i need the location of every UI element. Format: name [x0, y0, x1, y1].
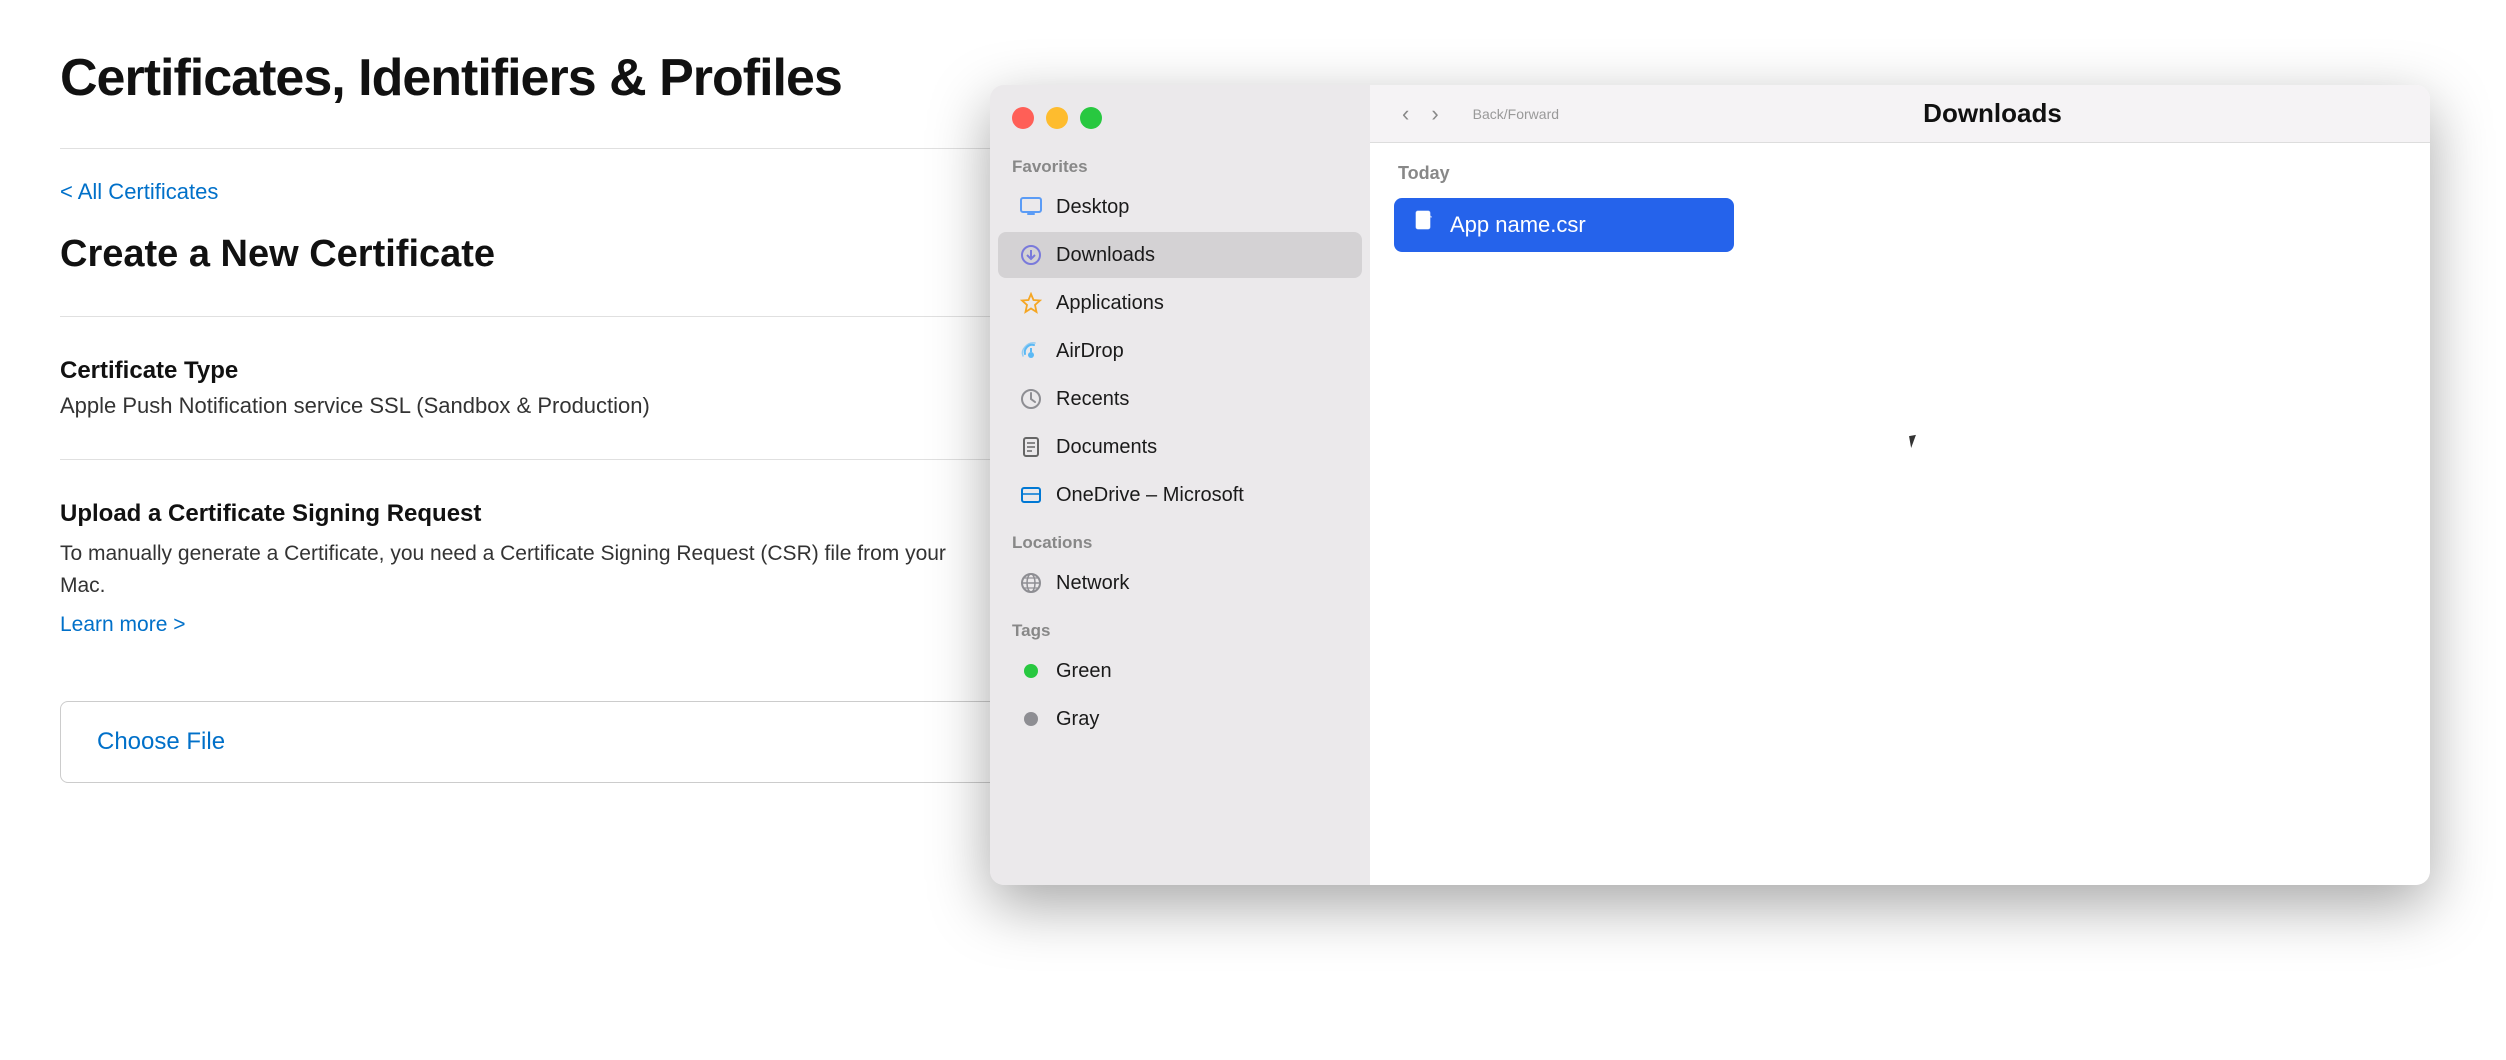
recents-icon — [1018, 386, 1044, 412]
sidebar-network-label: Network — [1056, 572, 1129, 595]
page-title: Certificates, Identifiers & Profiles — [60, 48, 990, 108]
sidebar-item-desktop[interactable]: Desktop — [998, 184, 1362, 230]
tag-green-icon — [1018, 658, 1044, 684]
back-forward-label: Back/Forward — [1473, 106, 1559, 122]
sidebar-documents-label: Documents — [1056, 436, 1157, 459]
section-divider — [60, 316, 990, 317]
finder-content: Today App name.csr — [1370, 143, 2430, 885]
sidebar-downloads-label: Downloads — [1056, 244, 1155, 267]
upload-description: To manually generate a Certificate, you … — [60, 538, 990, 601]
sidebar-desktop-label: Desktop — [1056, 196, 1129, 219]
certificate-type-label: Certificate Type — [60, 357, 990, 385]
csr-file-item[interactable]: App name.csr — [1394, 198, 1734, 252]
sidebar-airdrop-label: AirDrop — [1056, 340, 1124, 363]
sidebar-item-applications[interactable]: Applications — [998, 280, 1362, 326]
sidebar-recents-label: Recents — [1056, 388, 1129, 411]
fullscreen-button[interactable] — [1080, 107, 1102, 129]
finder-main: ‹ › Back/Forward Downloads Today App nam… — [1370, 85, 2430, 885]
upload-title: Upload a Certificate Signing Request — [60, 500, 990, 528]
certificate-type-value: Apple Push Notification service SSL (San… — [60, 393, 990, 419]
finder-sidebar: Favorites Desktop Downloads — [990, 85, 1370, 885]
downloads-icon — [1018, 242, 1044, 268]
sidebar-item-airdrop[interactable]: AirDrop — [998, 328, 1362, 374]
back-link[interactable]: < All Certificates — [60, 179, 218, 205]
sidebar-item-network[interactable]: Network — [998, 560, 1362, 606]
sidebar-item-tag-green[interactable]: Green — [998, 648, 1362, 694]
field-divider — [60, 459, 990, 460]
airdrop-icon — [1018, 338, 1044, 364]
sidebar-applications-label: Applications — [1056, 292, 1164, 315]
sidebar-tag-gray-label: Gray — [1056, 708, 1099, 731]
certificate-type-section: Certificate Type Apple Push Notification… — [60, 357, 990, 419]
back-button[interactable]: ‹ — [1394, 97, 1417, 131]
finder-window-title: Downloads — [1579, 98, 2406, 129]
tag-gray-icon — [1018, 706, 1044, 732]
nav-buttons: ‹ › — [1394, 97, 1447, 131]
file-name: App name.csr — [1450, 212, 1586, 238]
sidebar-item-tag-gray[interactable]: Gray — [998, 696, 1362, 742]
learn-more-link[interactable]: Learn more > — [60, 613, 186, 637]
forward-button[interactable]: › — [1423, 97, 1446, 131]
locations-label: Locations — [990, 519, 1370, 559]
finder-toolbar: ‹ › Back/Forward Downloads — [1370, 85, 2430, 143]
main-content: Certificates, Identifiers & Profiles < A… — [0, 0, 1050, 831]
file-icon — [1414, 210, 1436, 240]
traffic-lights — [1012, 107, 1102, 129]
sidebar-item-onedrive[interactable]: OneDrive – Microsoft — [998, 472, 1362, 518]
upload-section: Upload a Certificate Signing Request To … — [60, 500, 990, 665]
top-divider — [60, 148, 990, 149]
onedrive-icon — [1018, 482, 1044, 508]
network-icon — [1018, 570, 1044, 596]
finder-window: Favorites Desktop Downloads — [990, 85, 2430, 885]
choose-file-box[interactable]: Choose File — [60, 701, 1040, 783]
section-title: Create a New Certificate — [60, 233, 990, 276]
sidebar-item-downloads[interactable]: Downloads — [998, 232, 1362, 278]
desktop-icon — [1018, 194, 1044, 220]
favorites-label: Favorites — [990, 143, 1370, 183]
sidebar-item-recents[interactable]: Recents — [998, 376, 1362, 422]
close-button[interactable] — [1012, 107, 1034, 129]
today-label: Today — [1394, 163, 2406, 184]
tags-label: Tags — [990, 607, 1370, 647]
choose-file-label: Choose File — [97, 728, 225, 755]
applications-icon — [1018, 290, 1044, 316]
sidebar-onedrive-label: OneDrive – Microsoft — [1056, 484, 1244, 507]
sidebar-item-documents[interactable]: Documents — [998, 424, 1362, 470]
sidebar-tag-green-label: Green — [1056, 660, 1112, 683]
minimize-button[interactable] — [1046, 107, 1068, 129]
documents-icon — [1018, 434, 1044, 460]
